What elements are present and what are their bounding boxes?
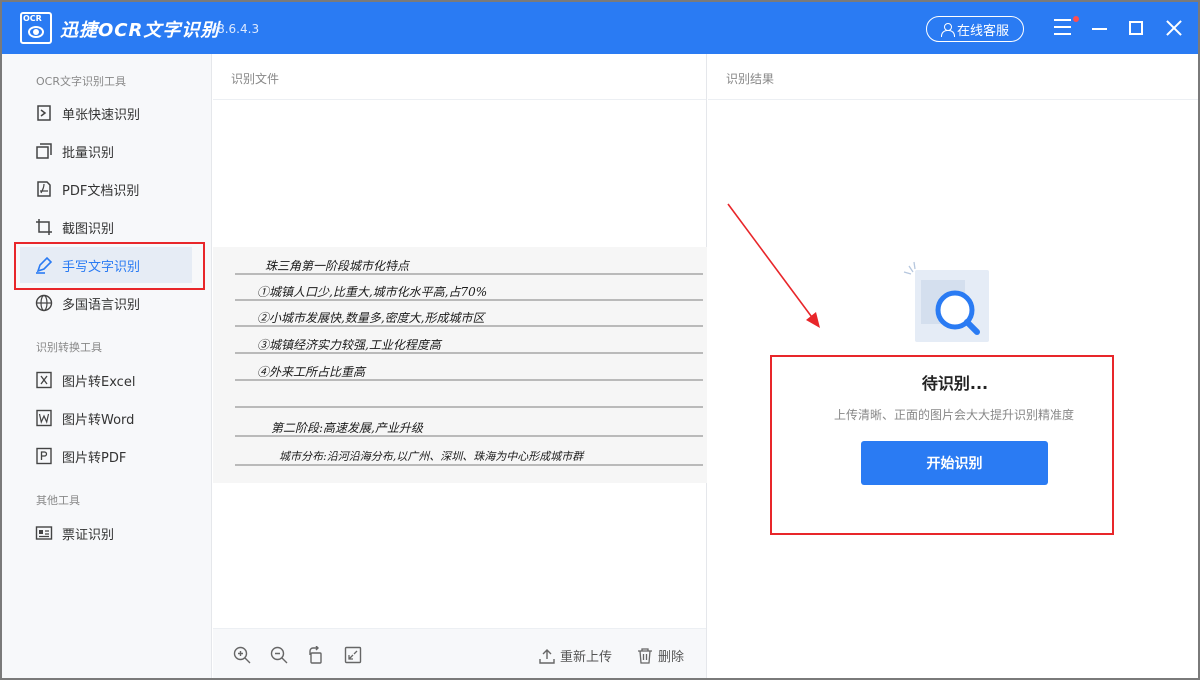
notification-dot — [1073, 16, 1079, 22]
reupload-button[interactable]: 重新上传 — [539, 646, 612, 665]
sidebar-item-multilang[interactable]: 多国语言识别 — [20, 285, 192, 321]
result-panel-header: 识别结果 — [708, 54, 1198, 100]
online-service-button[interactable]: 在线客服 — [926, 16, 1024, 42]
sidebar: OCR文字识别工具 单张快速识别 批量识别 PDF文档识别 截图识别 手写文字识… — [2, 54, 212, 678]
id-card-icon — [35, 526, 53, 540]
crop-icon — [36, 219, 52, 235]
sidebar-item-certificate[interactable]: 票证识别 — [20, 515, 192, 551]
handwriting-line: ②小城市发展快,数量多,密度大,形成城市区 — [257, 311, 486, 325]
section-label-other-tools: 其他工具 — [36, 494, 80, 507]
zoom-out-icon[interactable] — [270, 646, 288, 664]
section-label-convert-tools: 识别转换工具 — [36, 341, 102, 354]
menu-icon[interactable] — [1054, 19, 1071, 35]
sidebar-item-label: 图片转Excel — [62, 374, 136, 390]
annotation-arrow — [727, 203, 820, 328]
sidebar-item-label: 单张快速识别 — [62, 107, 141, 123]
minimize-icon[interactable] — [1092, 28, 1107, 30]
result-panel: 识别结果 待识别... 上传清晰、正面的图片会大大提升识别精准度 开始识别 — [708, 54, 1198, 678]
sidebar-item-screenshot[interactable]: 截图识别 — [20, 209, 192, 245]
excel-icon — [36, 371, 52, 389]
close-icon[interactable] — [1165, 19, 1183, 37]
delete-button[interactable]: 删除 — [637, 646, 684, 665]
handwriting-line: 第二阶段:高速发展,产业升级 — [271, 421, 424, 435]
sidebar-item-label: 票证识别 — [62, 527, 115, 543]
handwriting-line: 珠三角第一阶段城市化特点 — [265, 259, 411, 273]
upload-icon — [539, 648, 555, 664]
handwriting-line: ①城镇人口少,比重大,城市化水平高,占70% — [257, 285, 487, 299]
sidebar-item-single-quick[interactable]: 单张快速识别 — [20, 95, 192, 131]
file-toolbar: 重新上传 删除 — [213, 628, 706, 678]
handwriting-line: ③城镇经济实力较强,工业化程度高 — [257, 338, 443, 352]
scan-document-icon — [37, 105, 51, 121]
handwriting-line: 城市分布:沿河沿海分布,以广州、深圳、珠海为中心形成城市群 — [279, 450, 585, 463]
status-title: 待识别... — [921, 374, 989, 393]
pdf-convert-icon — [36, 447, 52, 465]
title-bar: OCR 迅捷OCR文字识别 v8.6.4.3 在线客服 — [2, 2, 1198, 54]
person-icon — [940, 22, 955, 37]
sidebar-item-to-word[interactable]: 图片转Word — [20, 400, 192, 436]
sidebar-item-to-excel[interactable]: 图片转Excel — [20, 362, 192, 398]
sidebar-item-label: 截图识别 — [62, 221, 115, 237]
delete-label: 删除 — [658, 650, 685, 665]
batch-icon — [36, 143, 52, 159]
pdf-icon — [37, 181, 51, 197]
file-panel-header: 识别文件 — [213, 54, 706, 100]
app-version: v8.6.4.3 — [210, 22, 260, 36]
app-window: OCR 迅捷OCR文字识别 v8.6.4.3 在线客服 OCR文字识别工具 单张… — [0, 0, 1200, 680]
sidebar-item-label: 多国语言识别 — [62, 297, 141, 313]
ocr-logo-icon: OCR — [20, 12, 52, 44]
file-panel: 识别文件 珠三角第一阶段城市化特点 ①城镇人口少,比重大,城市化水平高,占70%… — [213, 54, 707, 678]
globe-icon — [35, 294, 53, 312]
trash-icon — [638, 647, 652, 664]
sidebar-item-to-pdf[interactable]: 图片转PDF — [20, 438, 192, 474]
rotate-icon[interactable] — [307, 646, 325, 664]
sidebar-item-batch[interactable]: 批量识别 — [20, 133, 192, 169]
reupload-label: 重新上传 — [560, 650, 613, 665]
active-item-highlight — [14, 242, 205, 290]
zoom-in-icon[interactable] — [233, 646, 251, 664]
word-icon — [36, 409, 52, 427]
handwritten-note-image[interactable]: 珠三角第一阶段城市化特点 ①城镇人口少,比重大,城市化水平高,占70% ②小城市… — [213, 247, 707, 483]
sidebar-item-pdf[interactable]: PDF文档识别 — [20, 171, 192, 207]
fit-icon[interactable] — [344, 646, 362, 664]
sidebar-item-label: 批量识别 — [62, 145, 115, 161]
sidebar-item-label: PDF文档识别 — [62, 183, 140, 199]
online-service-label: 在线客服 — [956, 23, 1009, 39]
maximize-icon[interactable] — [1129, 21, 1143, 35]
sidebar-item-label: 图片转PDF — [62, 450, 127, 466]
logo-text: OCR — [23, 14, 42, 23]
status-hint: 上传清晰、正面的图片会大大提升识别精准度 — [833, 408, 1074, 422]
sidebar-item-label: 图片转Word — [62, 412, 135, 428]
handwriting-line: ④外来工所占比重高 — [257, 365, 367, 379]
magnifier-icon — [903, 261, 989, 342]
start-recognition-button[interactable]: 开始识别 — [861, 441, 1048, 485]
section-label-ocr-tools: OCR文字识别工具 — [36, 75, 126, 88]
app-title: 迅捷OCR文字识别 — [60, 20, 220, 41]
